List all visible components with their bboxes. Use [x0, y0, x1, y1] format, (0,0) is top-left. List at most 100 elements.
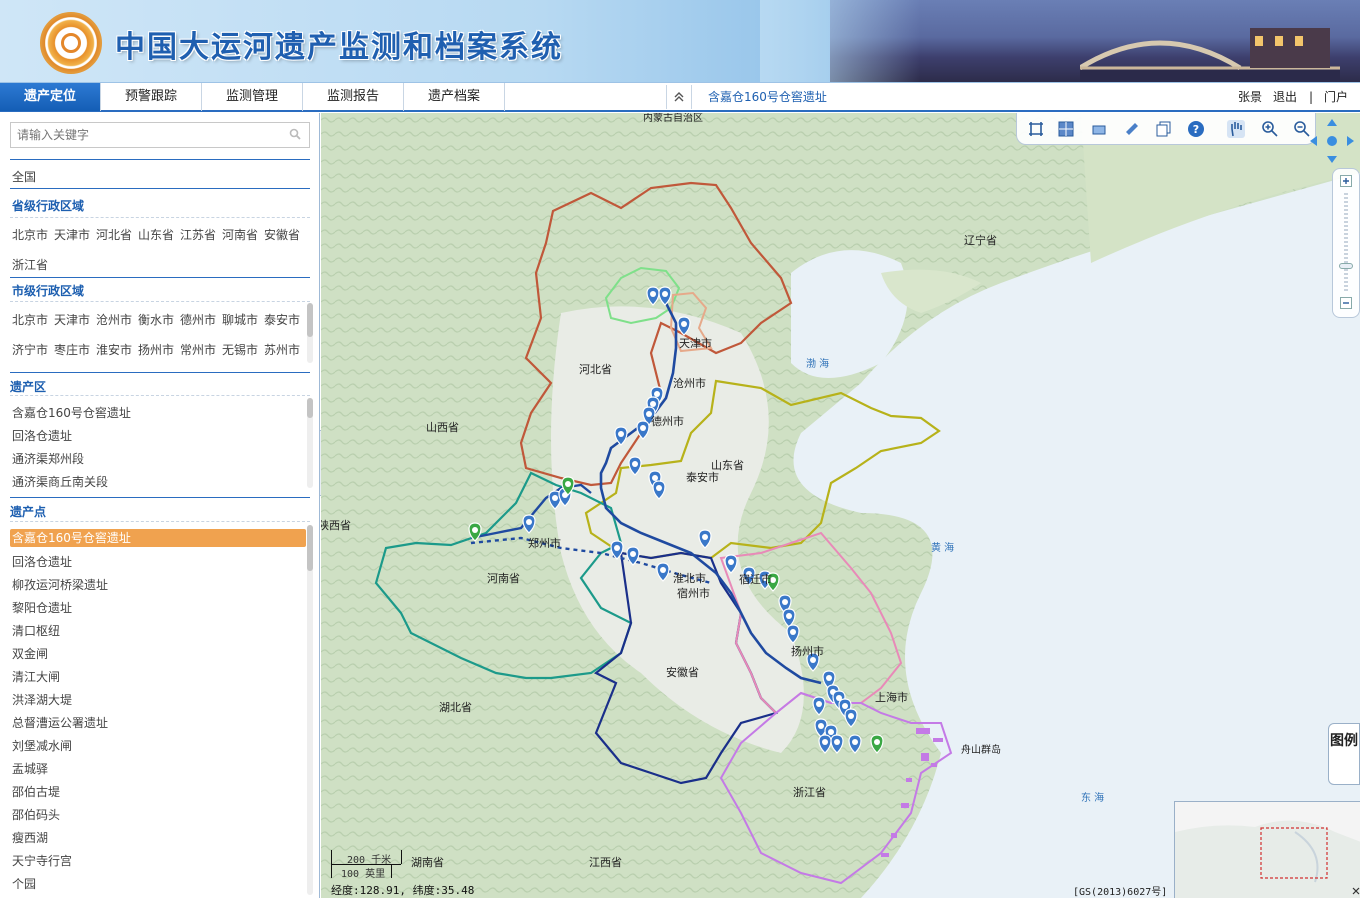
- point-item[interactable]: 黎阳仓遗址: [12, 599, 72, 616]
- tab-heritage-archive[interactable]: 遗产档案: [404, 83, 505, 111]
- zoom-plus-icon[interactable]: [1340, 175, 1352, 187]
- main-nav: 遗产定位 预警跟踪 监测管理 监测报告 遗产档案 含嘉仓160号仓窖遗址 张景 …: [0, 82, 1360, 112]
- city-item[interactable]: 苏州市: [264, 341, 300, 358]
- province-item[interactable]: 河北省: [96, 226, 132, 243]
- point-item[interactable]: 洪泽湖大堤: [12, 691, 72, 708]
- user-name[interactable]: 张景: [1238, 83, 1262, 111]
- portal-link[interactable]: 门户: [1324, 83, 1348, 111]
- point-item[interactable]: 清江大闸: [12, 668, 60, 685]
- point-item[interactable]: 个园: [12, 875, 36, 892]
- pan-right-icon[interactable]: [1347, 136, 1354, 146]
- city-item[interactable]: 天津市: [54, 311, 90, 328]
- map-toolbar: ?: [1016, 113, 1316, 145]
- app-logo: [40, 12, 102, 74]
- map-label: 宿迁市: [739, 573, 772, 586]
- point-item[interactable]: 天宁寺行宫: [12, 852, 72, 869]
- tab-monitor-report[interactable]: 监测报告: [303, 83, 404, 111]
- collapse-header-button[interactable]: [666, 85, 692, 109]
- point-list-scrollbar[interactable]: [307, 525, 313, 895]
- clear-icon[interactable]: [1123, 120, 1141, 138]
- point-item[interactable]: 刘堡减水闸: [12, 737, 72, 754]
- point-item[interactable]: 盂城驿: [12, 760, 48, 777]
- logout-link[interactable]: 退出: [1273, 83, 1297, 111]
- pan-down-icon[interactable]: [1327, 156, 1337, 163]
- point-item[interactable]: 双金闸: [12, 645, 48, 662]
- pan-hand-icon[interactable]: [1227, 120, 1245, 138]
- point-item[interactable]: 总督漕运公署遗址: [12, 714, 108, 731]
- sea-label: 东 海: [1081, 793, 1105, 804]
- province-item[interactable]: 山东省: [138, 226, 174, 243]
- overview-canvas: [1175, 802, 1360, 898]
- area-item[interactable]: 通济渠商丘南关段: [12, 473, 108, 490]
- app-title: 中国大运河遗产监测和档案系统: [115, 30, 563, 65]
- point-item[interactable]: 瘦西湖: [12, 829, 48, 846]
- province-item[interactable]: 天津市: [54, 226, 90, 243]
- layers-icon[interactable]: [1091, 120, 1109, 138]
- tab-warning-track[interactable]: 预警跟踪: [101, 83, 202, 111]
- measure-distance-icon[interactable]: [1027, 120, 1045, 138]
- left-sidebar: 全国 省级行政区域 北京市 天津市 河北省 山东省 江苏省 河南省 安徽省 浙江…: [0, 113, 320, 898]
- city-item[interactable]: 德州市: [180, 311, 216, 328]
- map-label: 扬州市: [791, 645, 824, 658]
- measure-area-icon[interactable]: [1057, 120, 1075, 138]
- province-item[interactable]: 安徽省: [264, 226, 300, 243]
- search-box: [10, 122, 310, 148]
- map-label: 山西省: [426, 421, 459, 434]
- overview-map[interactable]: [1174, 801, 1360, 898]
- city-item[interactable]: 泰安市: [264, 311, 300, 328]
- app-header: 中国大运河遗产监测和档案系统: [0, 0, 1360, 82]
- scale-bar: 200 千米 100 英里: [331, 850, 421, 880]
- help-icon[interactable]: ?: [1187, 120, 1205, 138]
- point-item[interactable]: 回洛仓遗址: [12, 553, 72, 570]
- search-input[interactable]: [11, 123, 283, 147]
- city-item[interactable]: 无锡市: [222, 341, 258, 358]
- city-item[interactable]: 北京市: [12, 311, 48, 328]
- city-item[interactable]: 淮安市: [96, 341, 132, 358]
- city-item[interactable]: 聊城市: [222, 311, 258, 328]
- area-item[interactable]: 含嘉仓160号仓窖遗址: [12, 404, 131, 421]
- city-item[interactable]: 枣庄市: [54, 341, 90, 358]
- zoom-thumb[interactable]: [1339, 263, 1353, 269]
- pan-control[interactable]: [1306, 115, 1358, 167]
- city-item[interactable]: 扬州市: [138, 341, 174, 358]
- province-section-title: 省级行政区域: [12, 199, 85, 213]
- double-chevron-up-icon: [674, 92, 684, 102]
- pan-up-icon[interactable]: [1327, 119, 1337, 126]
- province-item[interactable]: 浙江省: [12, 256, 48, 273]
- area-item[interactable]: 通济渠郑州段: [12, 450, 84, 467]
- zoom-slider[interactable]: [1332, 168, 1360, 318]
- map-label: 舟山群岛: [961, 745, 1001, 756]
- nav-separator: |: [1309, 90, 1314, 104]
- point-item[interactable]: 邵伯古堤: [12, 783, 60, 800]
- search-icon[interactable]: [289, 128, 301, 140]
- zoom-minus-icon[interactable]: [1340, 297, 1352, 309]
- province-item[interactable]: 河南省: [222, 226, 258, 243]
- pan-center-icon[interactable]: [1327, 136, 1337, 146]
- current-heritage-label[interactable]: 含嘉仓160号仓窖遗址: [708, 83, 827, 111]
- pan-left-icon[interactable]: [1310, 136, 1317, 146]
- area-item[interactable]: 回洛仓遗址: [12, 427, 72, 444]
- map-label: 河北省: [579, 363, 612, 376]
- region-all[interactable]: 全国: [12, 168, 36, 185]
- zoom-track[interactable]: [1344, 193, 1348, 293]
- sea-label: 黄 海: [931, 543, 955, 554]
- city-item[interactable]: 济宁市: [12, 341, 48, 358]
- map-label: 德州市: [651, 415, 684, 428]
- tab-monitor-manage[interactable]: 监测管理: [202, 83, 303, 111]
- point-item-selected[interactable]: 含嘉仓160号仓窖遗址: [12, 529, 131, 546]
- tab-heritage-locate[interactable]: 遗产定位: [0, 83, 101, 111]
- legend-button[interactable]: 图例: [1328, 723, 1360, 785]
- point-item[interactable]: 清口枢纽: [12, 622, 60, 639]
- map-canvas[interactable]: [321, 113, 1360, 898]
- point-item[interactable]: 邵伯码头: [12, 806, 60, 823]
- zoom-in-icon[interactable]: [1261, 120, 1279, 138]
- city-item[interactable]: 沧州市: [96, 311, 132, 328]
- map-view[interactable]: 内蒙古自治区 河北省 山西省 山东省 河南省 安徽省 湖北省 浙江省 江西省 湖…: [321, 113, 1360, 898]
- province-item[interactable]: 北京市: [12, 226, 48, 243]
- province-item[interactable]: 江苏省: [180, 226, 216, 243]
- point-item[interactable]: 柳孜运河桥梁遗址: [12, 576, 108, 593]
- city-item[interactable]: 常州市: [180, 341, 216, 358]
- copy-icon[interactable]: [1155, 120, 1173, 138]
- city-item[interactable]: 衡水市: [138, 311, 174, 328]
- map-label: 上海市: [875, 691, 908, 704]
